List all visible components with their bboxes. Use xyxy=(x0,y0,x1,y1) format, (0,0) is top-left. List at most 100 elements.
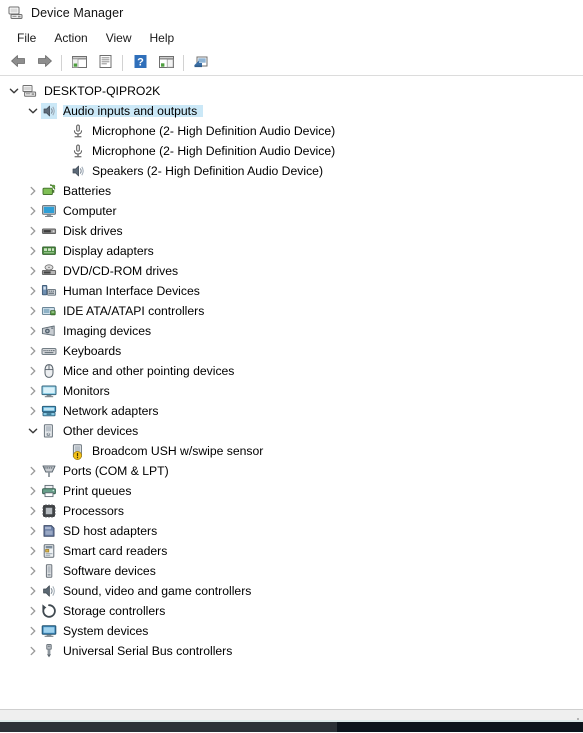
menu-file[interactable]: File xyxy=(8,28,45,48)
menu-bar: File Action View Help xyxy=(0,26,583,50)
update-driver-button[interactable] xyxy=(189,52,213,74)
menu-help[interactable]: Help xyxy=(141,28,184,48)
tree-node-storage-controllers[interactable]: Storage controllers xyxy=(0,601,583,621)
tree-node-ide-ata-atapi-controllers[interactable]: IDE ATA/ATAPI controllers xyxy=(0,301,583,321)
chevron-right-icon[interactable] xyxy=(25,481,41,501)
chevron-down-icon[interactable] xyxy=(6,81,22,101)
tree-node-label: Processors xyxy=(63,503,124,518)
device-manager-window: Device Manager File Action View Help ? D… xyxy=(0,0,583,732)
menu-action[interactable]: Action xyxy=(45,28,96,48)
tree-node-microphone-2-high-definition-audio-device[interactable]: Microphone (2- High Definition Audio Dev… xyxy=(0,141,583,161)
chevron-right-icon[interactable] xyxy=(25,561,41,581)
tree-node-print-queues[interactable]: Print queues xyxy=(0,481,583,501)
menu-view[interactable]: View xyxy=(97,28,141,48)
chevron-right-icon[interactable] xyxy=(25,501,41,521)
back-button[interactable] xyxy=(6,52,30,74)
mouse-icon xyxy=(41,363,57,379)
show-hide-console-tree-button[interactable] xyxy=(67,52,91,74)
tree-node-monitors[interactable]: Monitors xyxy=(0,381,583,401)
tree-node-other-devices[interactable]: ? Other devices xyxy=(0,421,583,441)
chevron-right-icon[interactable] xyxy=(25,181,41,201)
tree-node-ports-com-lpt[interactable]: Ports (COM & LPT) xyxy=(0,461,583,481)
microphone-icon xyxy=(70,143,86,159)
chevron-right-icon[interactable] xyxy=(25,361,41,381)
chevron-right-icon[interactable] xyxy=(25,581,41,601)
tree-node-system-devices[interactable]: System devices xyxy=(0,621,583,641)
tree-node-imaging-devices[interactable]: Imaging devices xyxy=(0,321,583,341)
sound-controller-icon xyxy=(41,583,57,599)
properties-button[interactable] xyxy=(93,52,117,74)
tree-node-keyboards[interactable]: Keyboards xyxy=(0,341,583,361)
tree-node-mice-and-other-pointing-devices[interactable]: Mice and other pointing devices xyxy=(0,361,583,381)
tree-node-computer[interactable]: Computer xyxy=(0,201,583,221)
tree-node-label: Keyboards xyxy=(63,343,122,358)
tree-node-batteries[interactable]: Batteries xyxy=(0,181,583,201)
chevron-right-icon[interactable] xyxy=(25,341,41,361)
device-manager-icon xyxy=(8,5,24,21)
chevron-down-icon[interactable] xyxy=(25,421,41,441)
tree-node-label: Human Interface Devices xyxy=(63,283,200,298)
tree-node-processors[interactable]: Processors xyxy=(0,501,583,521)
tree-node-label: Ports (COM & LPT) xyxy=(63,463,169,478)
system-device-icon xyxy=(41,623,57,639)
battery-icon xyxy=(41,183,57,199)
chevron-right-icon[interactable] xyxy=(25,201,41,221)
tree-node-display-adapters[interactable]: Display adapters xyxy=(0,241,583,261)
help-button[interactable]: ? xyxy=(128,52,152,74)
tree-node-sound-video-and-game-controllers[interactable]: Sound, video and game controllers xyxy=(0,581,583,601)
other-device-icon: ? xyxy=(41,423,57,439)
tree-node-disk-drives[interactable]: Disk drives xyxy=(0,221,583,241)
chevron-right-icon[interactable] xyxy=(25,541,41,561)
tree-node-label: Monitors xyxy=(63,383,110,398)
tree-node-human-interface-devices[interactable]: Human Interface Devices xyxy=(0,281,583,301)
tree-node-label: Microphone (2- High Definition Audio Dev… xyxy=(92,143,336,158)
chevron-right-icon[interactable] xyxy=(25,521,41,541)
chevron-right-icon[interactable] xyxy=(25,321,41,341)
tree-node-label: Microphone (2- High Definition Audio Dev… xyxy=(92,123,336,138)
software-device-icon xyxy=(41,563,57,579)
chevron-right-icon[interactable] xyxy=(25,601,41,621)
tree-node-label: System devices xyxy=(63,623,149,638)
tree-node-sd-host-adapters[interactable]: SD host adapters xyxy=(0,521,583,541)
chevron-right-icon[interactable] xyxy=(25,301,41,321)
tree-node-speakers-2-high-definition-audio-device[interactable]: Speakers (2- High Definition Audio Devic… xyxy=(0,161,583,181)
tree-node-network-adapters[interactable]: Network adapters xyxy=(0,401,583,421)
tree-node-universal-serial-bus-controllers[interactable]: Universal Serial Bus controllers xyxy=(0,641,583,661)
chevron-right-icon[interactable] xyxy=(25,381,41,401)
tree-node-audio-inputs-and-outputs[interactable]: Audio inputs and outputs xyxy=(0,101,583,121)
dvd-drive-icon xyxy=(41,263,57,279)
tree-node-label: Batteries xyxy=(63,183,112,198)
tree-node-smart-card-readers[interactable]: Smart card readers xyxy=(0,541,583,561)
chevron-right-icon[interactable] xyxy=(25,401,41,421)
keyboard-icon xyxy=(41,343,57,359)
svg-text:?: ? xyxy=(137,56,144,68)
tree-node-label: DESKTOP-QIPRO2K xyxy=(44,83,161,98)
tree-node-desktop-qipro2k[interactable]: DESKTOP-QIPRO2K xyxy=(0,81,583,101)
chevron-down-icon[interactable] xyxy=(25,101,41,121)
chevron-right-icon[interactable] xyxy=(25,221,41,241)
tree-node-software-devices[interactable]: Software devices xyxy=(0,561,583,581)
usb-controller-icon xyxy=(41,643,57,659)
other-device-icon: ? xyxy=(70,443,86,460)
tree-node-microphone-2-high-definition-audio-device[interactable]: Microphone (2- High Definition Audio Dev… xyxy=(0,121,583,141)
tree-node-label: Broadcom USH w/swipe sensor xyxy=(92,443,264,458)
tree-node-label: Disk drives xyxy=(63,223,123,238)
tree-node-dvd-cd-rom-drives[interactable]: DVD/CD-ROM drives xyxy=(0,261,583,281)
help-question-icon: ? xyxy=(133,54,148,72)
forward-button[interactable] xyxy=(32,52,56,74)
chevron-right-icon[interactable] xyxy=(25,261,41,281)
chevron-right-icon[interactable] xyxy=(25,241,41,261)
tree-node-broadcom-ush-w-swipe-sensor[interactable]: ? Broadcom USH w/swipe sensor xyxy=(0,441,583,461)
chevron-right-icon[interactable] xyxy=(25,281,41,301)
chevron-right-icon[interactable] xyxy=(25,621,41,641)
scan-for-hardware-changes-button[interactable] xyxy=(154,52,178,74)
scan-hardware-icon xyxy=(158,54,175,72)
chevron-right-icon[interactable] xyxy=(25,461,41,481)
toolbar-separator-1 xyxy=(61,54,62,71)
printer-icon xyxy=(41,483,57,499)
chevron-right-icon[interactable] xyxy=(25,641,41,661)
tree-node-label: DVD/CD-ROM drives xyxy=(63,263,179,278)
device-tree-pane[interactable]: DESKTOP-QIPRO2K Audio inputs and outputs M… xyxy=(0,76,583,709)
